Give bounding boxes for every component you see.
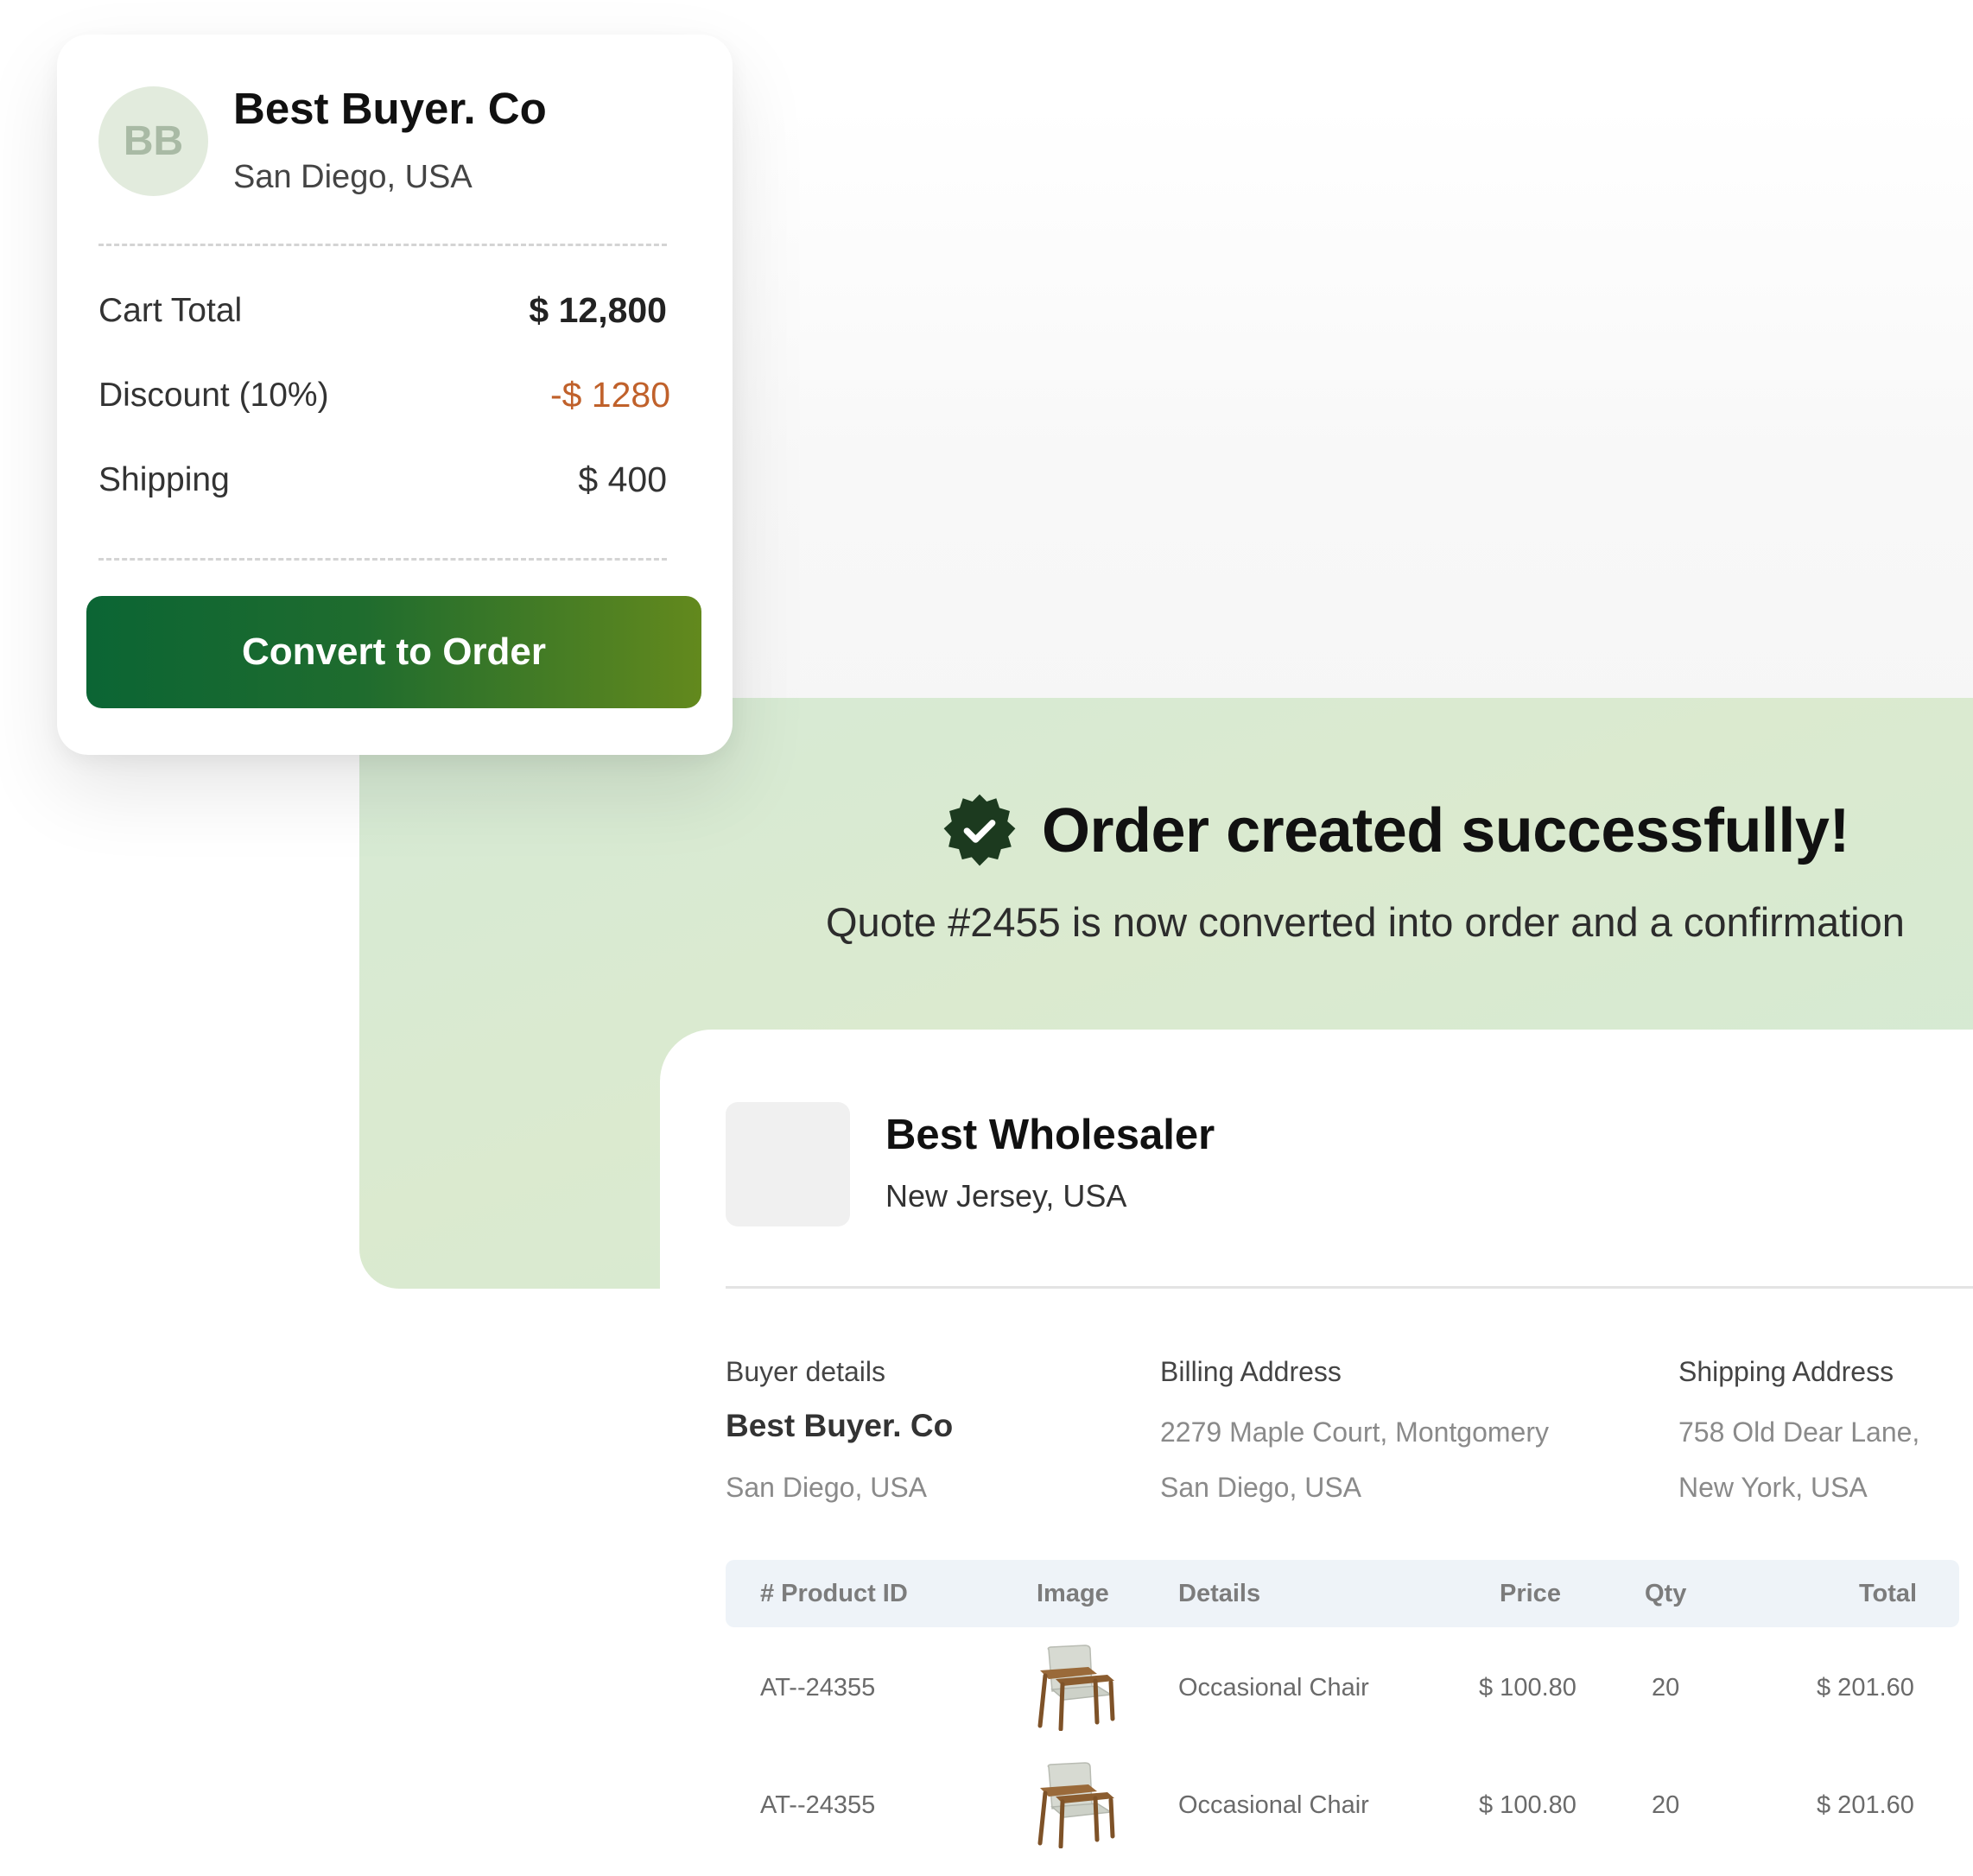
buyer-details-name: Best Buyer. Co [726,1408,954,1443]
convert-to-order-button[interactable]: Convert to Order [86,596,701,708]
column-header-image[interactable]: Image [1037,1580,1109,1608]
buyer-location: San Diego, USA [233,159,473,195]
chair-icon [1037,1762,1115,1848]
product-id-cell: AT--24355 [760,1791,876,1819]
success-header: Order created successfully! [940,788,1849,874]
column-header-price[interactable]: Price [1500,1580,1561,1608]
column-header-qty[interactable]: Qty [1645,1580,1686,1608]
seller-logo-placeholder [726,1102,850,1226]
dashed-divider [98,558,667,561]
product-id-cell: AT--24355 [760,1674,876,1702]
discount-label: Discount (10%) [98,377,329,414]
order-card [660,1030,1973,1876]
shipping-label: Shipping [98,461,230,498]
total-cell: $ 201.60 [1817,1791,1914,1819]
dashed-divider [98,244,667,246]
success-title: Order created successfully! [1042,796,1849,865]
buyer-name: Best Buyer. Co [233,84,547,133]
buyer-details-location: San Diego, USA [726,1472,928,1503]
price-cell: $ 100.80 [1479,1791,1576,1819]
shipping-address-line2: New York, USA [1678,1472,1868,1503]
cart-total-value: $ 12,800 [529,290,667,330]
details-cell: Occasional Chair [1178,1674,1369,1702]
billing-address-label: Billing Address [1160,1356,1342,1387]
shipping-value: $ 400 [578,459,667,499]
discount-value: -$ 1280 [549,375,670,415]
check-badge-icon [943,794,1016,866]
table-header [726,1560,1959,1627]
column-header-details[interactable]: Details [1178,1580,1260,1608]
success-message: Quote #2455 is now converted into order … [826,899,1905,945]
total-cell: $ 201.60 [1817,1674,1914,1702]
shipping-address-label: Shipping Address [1678,1356,1894,1387]
qty-cell: 20 [1652,1791,1680,1819]
column-header-product-id[interactable]: # Product ID [760,1580,908,1608]
billing-address-line2: San Diego, USA [1160,1472,1362,1503]
seller-name: Best Wholesaler [885,1112,1215,1158]
qty-cell: 20 [1652,1674,1680,1702]
avatar: BB [98,86,208,196]
background-haze [708,104,1973,760]
chair-icon [1037,1645,1115,1731]
column-header-total[interactable]: Total [1859,1580,1917,1608]
details-cell: Occasional Chair [1178,1791,1369,1819]
cart-total-label: Cart Total [98,292,243,329]
buyer-details-label: Buyer details [726,1356,885,1387]
divider [726,1286,1973,1289]
billing-address-line1: 2279 Maple Court, Montgomery [1160,1417,1549,1448]
price-cell: $ 100.80 [1479,1674,1576,1702]
shipping-address-line1: 758 Old Dear Lane, [1678,1417,1920,1448]
seller-location: New Jersey, USA [885,1178,1127,1214]
